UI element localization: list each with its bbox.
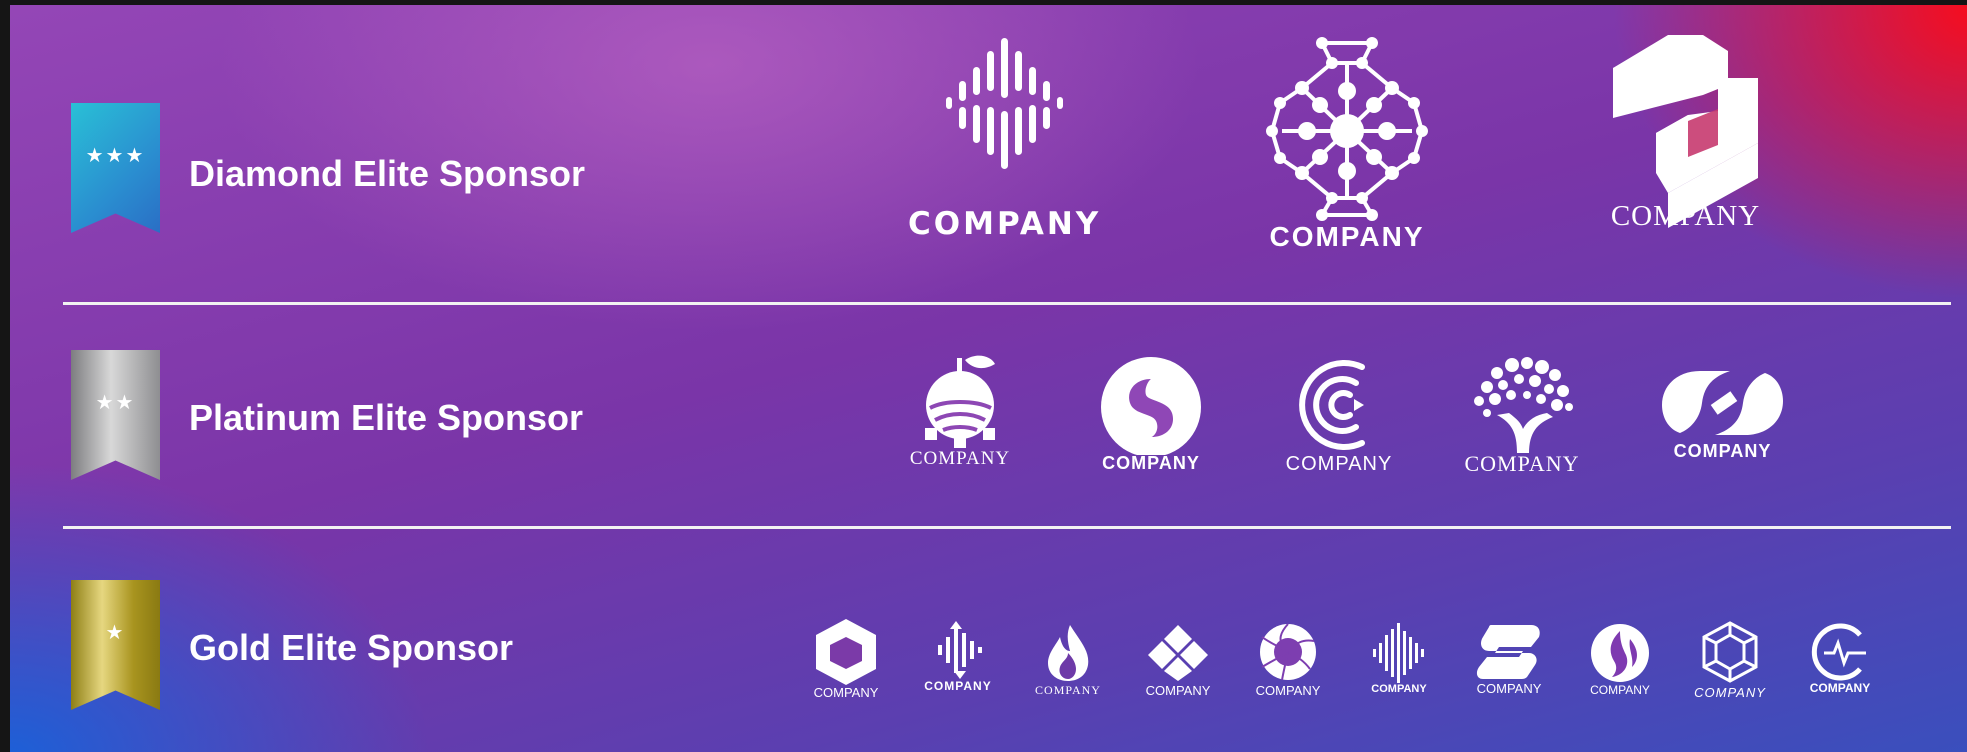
platinum-tier-title: Platinum Elite Sponsor xyxy=(189,397,584,438)
platinum-logo-1: COMPANY xyxy=(905,350,1015,470)
flame-icon xyxy=(1048,625,1089,681)
gold-logo-1: COMPANY xyxy=(806,617,886,700)
s-block-icon xyxy=(1476,625,1540,679)
gold-logo-7: COMPANY xyxy=(1469,623,1549,696)
tier-divider-1 xyxy=(63,302,1951,305)
circle-pulse-icon xyxy=(1811,623,1866,681)
diamond-logo-3-name: COMPANY xyxy=(1610,200,1761,232)
diamond-tiles-icon xyxy=(1148,625,1208,681)
circle-flame-icon xyxy=(1591,624,1649,682)
diamond-ribbon-badge: ★★★ xyxy=(71,103,160,233)
gold-logo-9: COMPANY xyxy=(1690,621,1770,700)
gold-logo-3: COMPANY xyxy=(1028,623,1108,698)
hexagon-cube-icon xyxy=(816,619,876,685)
gold-logo-6-name: COMPANY xyxy=(1371,683,1427,695)
chain-link-icon xyxy=(1662,371,1783,435)
platinum-ribbon-badge: ★★ xyxy=(71,350,160,480)
platinum-logo-4-name: COMPANY xyxy=(1464,451,1580,476)
gold-logo-10-name: COMPANY xyxy=(1809,681,1871,695)
gold-logo-2-name: COMPANY xyxy=(924,679,992,693)
gold-logo-1-name: COMPANY xyxy=(813,685,879,700)
diamond-stars: ★★★ xyxy=(85,143,146,167)
spiral-ring-icon xyxy=(1260,623,1316,681)
diamond-logo-2: COMPANY xyxy=(1242,33,1452,253)
circle-swirl-icon xyxy=(1101,357,1201,455)
waveform-arrows-icon xyxy=(938,621,982,679)
tier-divider-2 xyxy=(63,526,1951,529)
platinum-logo-1-name: COMPANY xyxy=(909,448,1011,469)
platinum-logo-5-name: COMPANY xyxy=(1673,441,1772,461)
tree-head-icon xyxy=(1474,357,1573,453)
concentric-c-icon xyxy=(1299,360,1365,450)
sound-wave-diamond-icon xyxy=(945,38,1063,169)
gold-logo-8: COMPANY xyxy=(1580,623,1660,697)
fruit-gear-icon xyxy=(925,355,995,448)
gold-logo-9-name: COMPANY xyxy=(1694,685,1766,700)
diamond-logo-3: COMPANY xyxy=(1598,33,1773,233)
gold-logo-8-name: COMPANY xyxy=(1590,683,1650,697)
platinum-stars: ★★ xyxy=(95,390,136,414)
hexagon-s-icon xyxy=(1613,35,1758,228)
platinum-logo-2-name: COMPANY xyxy=(1102,453,1200,473)
gold-logo-2: COMPANY xyxy=(918,621,998,693)
gold-logo-4-name: COMPANY xyxy=(1145,683,1211,698)
gold-logo-5-name: COMPANY xyxy=(1255,683,1321,698)
gold-logo-10: COMPANY xyxy=(1800,623,1880,695)
platinum-logo-3-name: COMPANY xyxy=(1285,453,1393,475)
hexagon-outline-icon xyxy=(1702,621,1758,683)
gold-logo-6: COMPANY xyxy=(1359,623,1439,695)
gold-ribbon-badge: ★ xyxy=(71,580,160,710)
platinum-logo-2: COMPANY xyxy=(1096,355,1206,474)
gold-logo-5: COMPANY xyxy=(1248,621,1328,698)
diamond-tier-title: Diamond Elite Sponsor xyxy=(189,153,586,194)
diamond-logo-1-name: COMPANY xyxy=(908,206,1102,242)
gold-logo-3-name: COMPANY xyxy=(1035,683,1101,697)
audio-bars-icon xyxy=(1373,623,1424,683)
diamond-logo-2-name: COMPANY xyxy=(1269,221,1425,252)
platinum-logo-5: COMPANY xyxy=(1660,367,1785,462)
gold-logo-7-name: COMPANY xyxy=(1476,681,1542,696)
diamond-logo-1: COMPANY xyxy=(908,33,1101,242)
sponsor-banner: ★★★ Diamond Elite Sponsor COMPANY COMPAN… xyxy=(10,5,1967,752)
gold-stars: ★ xyxy=(105,620,126,644)
gold-logo-4: COMPANY xyxy=(1138,623,1218,698)
molecule-network-icon xyxy=(1266,37,1428,221)
platinum-logo-3: COMPANY xyxy=(1284,355,1394,476)
gold-tier-title: Gold Elite Sponsor xyxy=(189,627,514,668)
platinum-logo-4: COMPANY xyxy=(1457,353,1587,477)
